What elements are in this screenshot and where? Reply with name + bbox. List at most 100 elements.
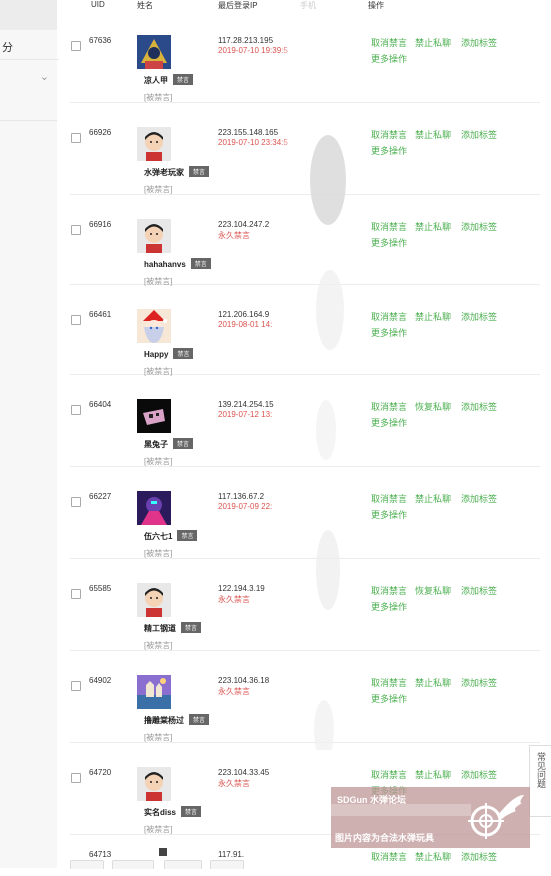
sidebar-item[interactable]: 分 <box>0 37 59 60</box>
user-name: Happy 禁言 <box>144 348 194 359</box>
uid-cell: 64902 <box>89 676 112 685</box>
row-checkbox[interactable] <box>71 133 81 143</box>
table-row: 66926 水弹老玩家 禁言 [被禁言] 223.155.148.165 2019… <box>70 104 540 195</box>
unban-link[interactable]: 取消禁言 <box>371 850 407 863</box>
sidebar: 分 ⌄ <box>0 0 59 868</box>
ip-fade <box>280 488 306 514</box>
header-uid: UID <box>91 0 105 9</box>
status-badge: 禁言 <box>177 530 198 541</box>
add-tag-link[interactable]: 添加标签 <box>461 768 497 781</box>
ip-fade <box>280 764 306 790</box>
ip-cell: 117.136.67.2 <box>218 492 265 501</box>
row-checkbox[interactable] <box>71 589 81 599</box>
unban-link[interactable]: 取消禁言 <box>371 310 407 323</box>
ip-cell: 223.104.247.2 <box>218 220 270 229</box>
more-actions-link[interactable]: 更多操作 <box>371 52 407 65</box>
status-badge: 禁言 <box>181 622 202 633</box>
more-actions-link[interactable]: 更多操作 <box>371 326 407 339</box>
add-tag-link[interactable]: 添加标签 <box>461 128 497 141</box>
ban-date: 2019-07-12 13: <box>218 410 273 419</box>
add-tag-link[interactable]: 添加标签 <box>461 400 497 413</box>
add-tag-link[interactable]: 添加标签 <box>461 584 497 597</box>
banned-label: [被禁言] <box>144 641 173 650</box>
ban-date: 2019-08-01 14: <box>218 320 273 329</box>
user-name: 实名diss 禁言 <box>144 806 202 818</box>
more-actions-link[interactable]: 更多操作 <box>371 508 407 521</box>
ip-cell: 117.28.213.195 <box>218 36 274 45</box>
banned-label: [被禁言] <box>144 549 173 558</box>
banned-label: [被禁言] <box>144 825 173 834</box>
row-checkbox[interactable] <box>71 773 81 783</box>
chevron-down-icon[interactable]: ⌄ <box>40 70 49 83</box>
private-chat-link[interactable]: 禁止私聊 <box>415 310 451 323</box>
avatar <box>137 219 171 253</box>
ip-fade <box>280 124 306 150</box>
unban-link[interactable]: 取消禁言 <box>371 768 407 781</box>
avatar <box>137 127 171 161</box>
add-tag-link[interactable]: 添加标签 <box>461 220 497 233</box>
add-tag-link[interactable]: 添加标签 <box>461 310 497 323</box>
private-chat-link[interactable]: 禁止私聊 <box>415 492 451 505</box>
table-row: 66461 Happy 禁言 [被禁言] 121.206.164.9 2019-0… <box>70 286 540 376</box>
row-checkbox[interactable] <box>71 315 81 325</box>
private-chat-link[interactable]: 恢复私聊 <box>415 400 451 413</box>
ip-cell: 223.104.36.18 <box>218 676 270 685</box>
unban-link[interactable]: 取消禁言 <box>371 36 407 49</box>
private-chat-link[interactable]: 禁止私聊 <box>415 36 451 49</box>
row-checkbox[interactable] <box>71 405 81 415</box>
more-actions-link[interactable]: 更多操作 <box>371 144 407 157</box>
uid-cell: 67636 <box>89 36 112 45</box>
user-name: 精工钢道 禁言 <box>144 622 202 634</box>
banned-label: [被禁言] <box>144 93 173 102</box>
private-chat-link[interactable]: 禁止私聊 <box>415 768 451 781</box>
uid-cell: 66227 <box>89 492 112 501</box>
user-name: 凉人甲 禁言 <box>144 74 194 86</box>
private-chat-link[interactable]: 恢复私聊 <box>415 584 451 597</box>
unban-link[interactable]: 取消禁言 <box>371 400 407 413</box>
private-chat-link[interactable]: 禁止私聊 <box>415 128 451 141</box>
more-actions-link[interactable]: 更多操作 <box>371 692 407 705</box>
ip-cell: 223.104.33.45 <box>218 768 270 777</box>
row-checkbox[interactable] <box>71 497 81 507</box>
table-row: 64902 撸雕棠杨过 禁言 [被禁言] 223.104.36.18 永久禁言 取… <box>70 652 540 743</box>
status-badge: 禁言 <box>190 258 211 269</box>
add-tag-link[interactable]: 添加标签 <box>461 492 497 505</box>
status-badge: 禁言 <box>189 714 210 725</box>
private-chat-link[interactable]: 禁止私聊 <box>415 220 451 233</box>
avatar <box>137 675 171 709</box>
status-badge: 禁言 <box>173 438 194 449</box>
avatar <box>137 309 171 343</box>
banned-label: [被禁言] <box>144 733 173 742</box>
uid-cell: 64713 <box>89 850 112 859</box>
private-chat-link[interactable]: 禁止私聊 <box>415 676 451 689</box>
private-chat-link[interactable]: 禁止私聊 <box>415 850 451 863</box>
add-tag-link[interactable]: 添加标签 <box>461 676 497 689</box>
row-checkbox[interactable] <box>71 41 81 51</box>
unban-link[interactable]: 取消禁言 <box>371 220 407 233</box>
add-tag-link[interactable]: 添加标签 <box>461 36 497 49</box>
unban-link[interactable]: 取消禁言 <box>371 584 407 597</box>
unban-link[interactable]: 取消禁言 <box>371 128 407 141</box>
sidebar-active-item[interactable] <box>0 0 57 30</box>
avatar <box>137 35 171 69</box>
ban-date: 永久禁言 <box>218 595 250 604</box>
ban-date: 永久禁言 <box>218 779 250 788</box>
header-phone: 手机 <box>300 1 316 10</box>
more-actions-link[interactable]: 更多操作 <box>371 416 407 429</box>
avatar <box>137 399 171 433</box>
more-actions-link[interactable]: 更多操作 <box>371 600 407 613</box>
ban-date: 2019-07-10 19:39:5 <box>218 46 288 55</box>
row-checkbox[interactable] <box>71 681 81 691</box>
status-badge: 禁言 <box>173 74 194 85</box>
table-row: 67636 凉人甲 禁言 [被禁言] 117.28.213.195 2019-07… <box>70 12 540 103</box>
user-name: 撸雕棠杨过 禁言 <box>144 714 210 726</box>
more-actions-link[interactable]: 更多操作 <box>371 236 407 249</box>
unban-link[interactable]: 取消禁言 <box>371 492 407 505</box>
unban-link[interactable]: 取消禁言 <box>371 676 407 689</box>
ban-date: 永久禁言 <box>218 231 250 240</box>
table-row: 66227 伍六七1 禁言 [被禁言] 117.136.67.2 2019-07-… <box>70 468 540 559</box>
help-tab[interactable]: 常见问题 <box>529 745 551 817</box>
row-checkbox[interactable] <box>71 225 81 235</box>
uid-cell: 66926 <box>89 128 112 137</box>
add-tag-link[interactable]: 添加标签 <box>461 850 497 863</box>
